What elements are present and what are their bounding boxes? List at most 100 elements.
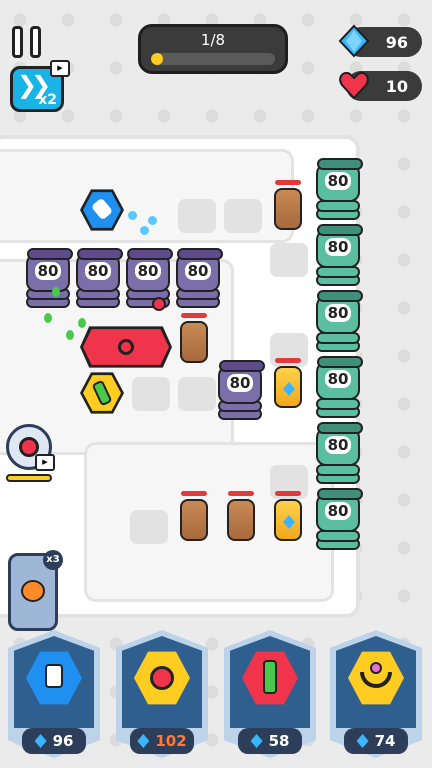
enemy-hp: 80 — [324, 304, 352, 322]
barrel-health-bar — [275, 358, 301, 363]
shop-card-blue-cannon[interactable]: 96 — [8, 630, 100, 758]
enemy-head: 80 — [26, 248, 73, 292]
price-value: 74 — [374, 732, 396, 750]
shop-card-orange-turret[interactable]: 102 — [116, 630, 208, 758]
enemy-head: 80 — [218, 360, 265, 404]
tower-slot[interactable] — [270, 243, 308, 277]
price-tag: 58 — [238, 728, 302, 754]
tower-slot[interactable] — [178, 199, 216, 233]
powerup-button[interactable]: x3 — [8, 550, 63, 631]
enemy-hair — [317, 422, 363, 434]
enemy-stack[interactable]: 80 — [316, 488, 363, 552]
gem-barrel[interactable] — [274, 499, 302, 541]
price-value: 58 — [268, 732, 290, 750]
powerup-icon — [21, 580, 45, 602]
projectile — [44, 313, 52, 323]
red-launcher-tower[interactable] — [80, 326, 172, 368]
enemy-stack[interactable]: 80 — [76, 248, 123, 310]
tower-slot[interactable] — [132, 377, 170, 411]
enemy-stack[interactable]: 80 — [176, 248, 223, 310]
shop-card-red-launcher[interactable]: 58 — [224, 630, 316, 758]
enemy-head: 80 — [316, 290, 363, 334]
price-tag: 96 — [22, 728, 86, 754]
enemy-hp: 80 — [324, 370, 352, 388]
speed-up-button[interactable]: ❯❯ x2 ▶ — [10, 60, 70, 112]
wood-barrel[interactable] — [227, 499, 255, 541]
enemy-hair — [127, 248, 173, 260]
heart-icon — [339, 72, 369, 100]
gem-icon — [137, 734, 150, 748]
lives-value: 10 — [385, 77, 408, 96]
barrel-health-bar — [181, 313, 207, 318]
enemy-head: 80 — [76, 248, 123, 292]
pause-button[interactable] — [12, 26, 44, 58]
enemy-hp: 80 — [324, 502, 352, 520]
enemy-head: 80 — [316, 356, 363, 400]
projectile — [152, 297, 166, 311]
wave-progress-bar — [151, 53, 275, 65]
tower-slot[interactable] — [130, 510, 168, 544]
gem-icon — [283, 515, 295, 529]
barrel-health-bar — [228, 491, 254, 496]
gem-icon — [356, 734, 369, 748]
enemy-hp: 80 — [134, 262, 162, 280]
enemy-hair — [317, 290, 363, 302]
gem-counter: 96 — [338, 24, 422, 58]
gem-icon — [338, 24, 370, 58]
shop-card-yellow-ring-tower[interactable]: 74 — [330, 630, 422, 758]
enemy-head: 80 — [316, 158, 363, 202]
projectile — [78, 318, 86, 328]
ability-cooldown-bar — [6, 474, 52, 482]
enemy-hair — [317, 488, 363, 500]
enemy-stack[interactable]: 80 — [316, 224, 363, 288]
pause-bar-left — [12, 26, 23, 58]
enemy-stack[interactable]: 80 — [316, 422, 363, 486]
tv-ad-icon: ▶ — [35, 454, 55, 471]
projectile — [148, 216, 157, 225]
enemy-hair — [317, 158, 363, 170]
projectile — [52, 287, 60, 297]
lives-counter: 10 — [339, 71, 422, 101]
projectile — [140, 226, 149, 235]
enemy-stack[interactable]: 80 — [218, 360, 265, 422]
pause-bar-right — [30, 26, 41, 58]
enemy-hp: 80 — [184, 262, 212, 280]
gem-value: 96 — [385, 33, 408, 52]
enemy-head: 80 — [176, 248, 223, 292]
enemy-hp: 80 — [34, 262, 62, 280]
ability-button[interactable]: ▶ — [6, 424, 55, 471]
enemy-stack[interactable]: 80 — [26, 248, 73, 310]
price-tag: 102 — [130, 728, 194, 754]
tower-slot[interactable] — [224, 199, 262, 233]
enemy-hp: 80 — [84, 262, 112, 280]
wave-counter: 1/8 — [200, 31, 226, 49]
enemy-hair — [317, 356, 363, 368]
enemy-hair — [177, 248, 223, 260]
enemy-hp: 80 — [226, 374, 254, 392]
wave-progress-fill — [151, 53, 164, 65]
tv-ad-icon: ▶ — [50, 60, 70, 77]
enemy-stack[interactable]: 80 — [316, 158, 363, 222]
enemy-hair — [219, 360, 265, 372]
enemy-head: 80 — [126, 248, 173, 292]
wood-barrel[interactable] — [180, 499, 208, 541]
wood-barrel[interactable] — [180, 321, 208, 363]
wood-barrel[interactable] — [274, 188, 302, 230]
powerup-count-badge: x3 — [43, 550, 63, 570]
enemy-hp: 80 — [324, 436, 352, 454]
enemy-stack[interactable]: 80 — [316, 356, 363, 420]
tower-slot[interactable] — [178, 377, 216, 411]
gem-icon — [250, 734, 263, 748]
enemy-hair — [77, 248, 123, 260]
enemy-head: 80 — [316, 488, 363, 532]
barrel-health-bar — [275, 180, 301, 185]
speed-multiplier-label: x2 — [38, 92, 57, 108]
enemy-hair — [317, 224, 363, 236]
gem-barrel[interactable] — [274, 366, 302, 408]
projectile — [128, 211, 137, 220]
enemy-stack[interactable]: 80 — [316, 290, 363, 354]
price-value: 102 — [155, 732, 187, 750]
gem-icon — [34, 734, 47, 748]
enemy-hp: 80 — [324, 172, 352, 190]
enemy-head: 80 — [316, 422, 363, 466]
